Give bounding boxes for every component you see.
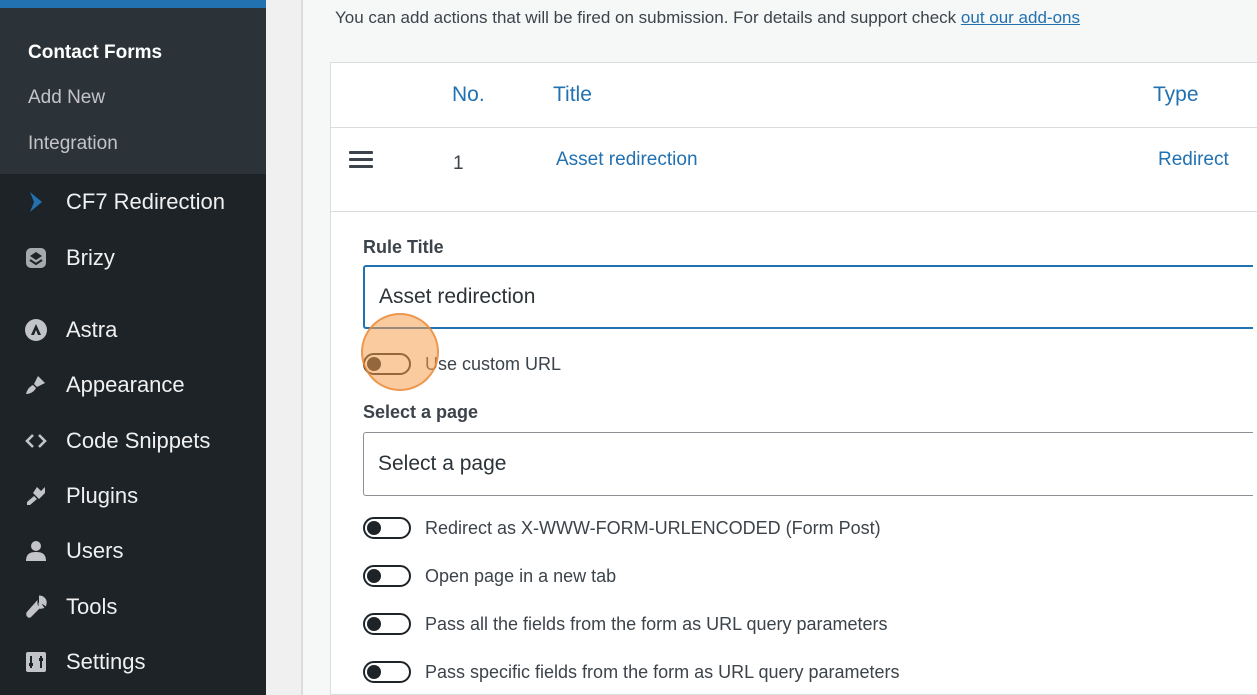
submenu-item-add-new[interactable]: Add New: [28, 87, 105, 109]
sidebar-item-label: Brizy: [66, 245, 115, 270]
settings-icon: [24, 650, 48, 674]
sidebar-active-bar: [0, 0, 266, 8]
main-content: You can add actions that will be fired o…: [303, 0, 1257, 695]
row-type: Redirect: [1158, 149, 1229, 170]
toggle-switch[interactable]: [363, 517, 411, 539]
select-page-dropdown[interactable]: Select a page: [363, 432, 1253, 496]
rule-title-input[interactable]: [363, 265, 1253, 329]
column-header-type[interactable]: Type: [1153, 83, 1199, 107]
sidebar-item-label: Plugins: [66, 483, 139, 508]
sidebar-item-label: Code Snippets: [66, 428, 211, 453]
astra-icon: [24, 318, 48, 342]
users-icon: [24, 539, 48, 563]
actions-intro: You can add actions that will be fired o…: [335, 8, 1080, 28]
column-header-title[interactable]: Title: [553, 83, 592, 107]
sidebar-item-users[interactable]: Users: [0, 529, 266, 573]
toggle-label: Open page in a new tab: [425, 565, 617, 586]
sidebar-item-plugins[interactable]: Plugins: [0, 474, 266, 518]
sidebar-item-label: Users: [66, 538, 124, 563]
toggle-switch[interactable]: [363, 353, 411, 375]
admin-sidebar: Contact Forms Add New Integration CF7 Re…: [0, 0, 266, 695]
table-row[interactable]: 1 Asset redirection Redirect: [331, 129, 1257, 212]
sidebar-item-astra[interactable]: Astra: [0, 308, 266, 352]
intro-text: You can add actions that will be fired o…: [335, 8, 961, 27]
row-number: 1: [453, 153, 464, 174]
addons-link[interactable]: out our add-ons: [961, 8, 1080, 27]
paintbrush-icon: [24, 373, 48, 397]
select-page-value: Select a page: [378, 452, 507, 475]
actions-table: No. Title Type 1 Asset redirection Redir…: [330, 62, 1257, 695]
column-header-no[interactable]: No.: [452, 83, 485, 107]
toggle-label: Pass specific fields from the form as UR…: [425, 661, 900, 682]
brizy-icon: [24, 246, 48, 270]
wrench-icon: [24, 595, 48, 619]
open-new-tab-toggle[interactable]: Open page in a new tab: [363, 561, 616, 591]
sidebar-item-settings[interactable]: Settings: [0, 640, 266, 684]
select-page-label: Select a page: [363, 402, 479, 422]
toggle-label: Redirect as X-WWW-FORM-URLENCODED (Form …: [425, 517, 881, 538]
sidebar-item-tools[interactable]: Tools: [0, 585, 266, 629]
toggle-label: Pass all the fields from the form as URL…: [425, 613, 888, 634]
pass-all-fields-toggle[interactable]: Pass all the fields from the form as URL…: [363, 609, 888, 639]
sidebar-item-label: Appearance: [66, 372, 185, 397]
use-custom-url-toggle[interactable]: Use custom URL: [363, 349, 561, 379]
pass-specific-fields-toggle[interactable]: Pass specific fields from the form as UR…: [363, 657, 900, 687]
contact-submenu: Contact Forms Add New Integration: [0, 8, 266, 174]
plugin-icon: [24, 484, 48, 508]
code-icon: [24, 429, 48, 453]
drag-handle-icon[interactable]: [349, 151, 373, 169]
sidebar-item-label: Tools: [66, 594, 118, 619]
toggle-switch[interactable]: [363, 661, 411, 683]
sidebar-item-label: Settings: [66, 649, 146, 674]
toggle-label: Use custom URL: [425, 353, 562, 374]
sidebar-item-code-snippets[interactable]: Code Snippets: [0, 419, 266, 463]
redirect-form-post-toggle[interactable]: Redirect as X-WWW-FORM-URLENCODED (Form …: [363, 513, 881, 543]
chevron-right-icon: [24, 190, 48, 214]
toggle-switch[interactable]: [363, 613, 411, 635]
sidebar-item-appearance[interactable]: Appearance: [0, 363, 266, 407]
submenu-item-integration[interactable]: Integration: [28, 133, 118, 155]
sidebar-item-label: CF7 Redirection: [66, 189, 225, 214]
submenu-item-contact-forms[interactable]: Contact Forms: [28, 42, 162, 64]
toggle-switch[interactable]: [363, 565, 411, 587]
rule-title-label: Rule Title: [363, 237, 444, 257]
table-header: No. Title Type: [331, 63, 1257, 128]
row-title-link[interactable]: Asset redirection: [556, 149, 698, 171]
sidebar-item-brizy[interactable]: Brizy: [0, 236, 266, 280]
sidebar-item-label: Astra: [66, 317, 118, 342]
sidebar-item-cf7-redirection[interactable]: CF7 Redirection: [0, 180, 266, 224]
